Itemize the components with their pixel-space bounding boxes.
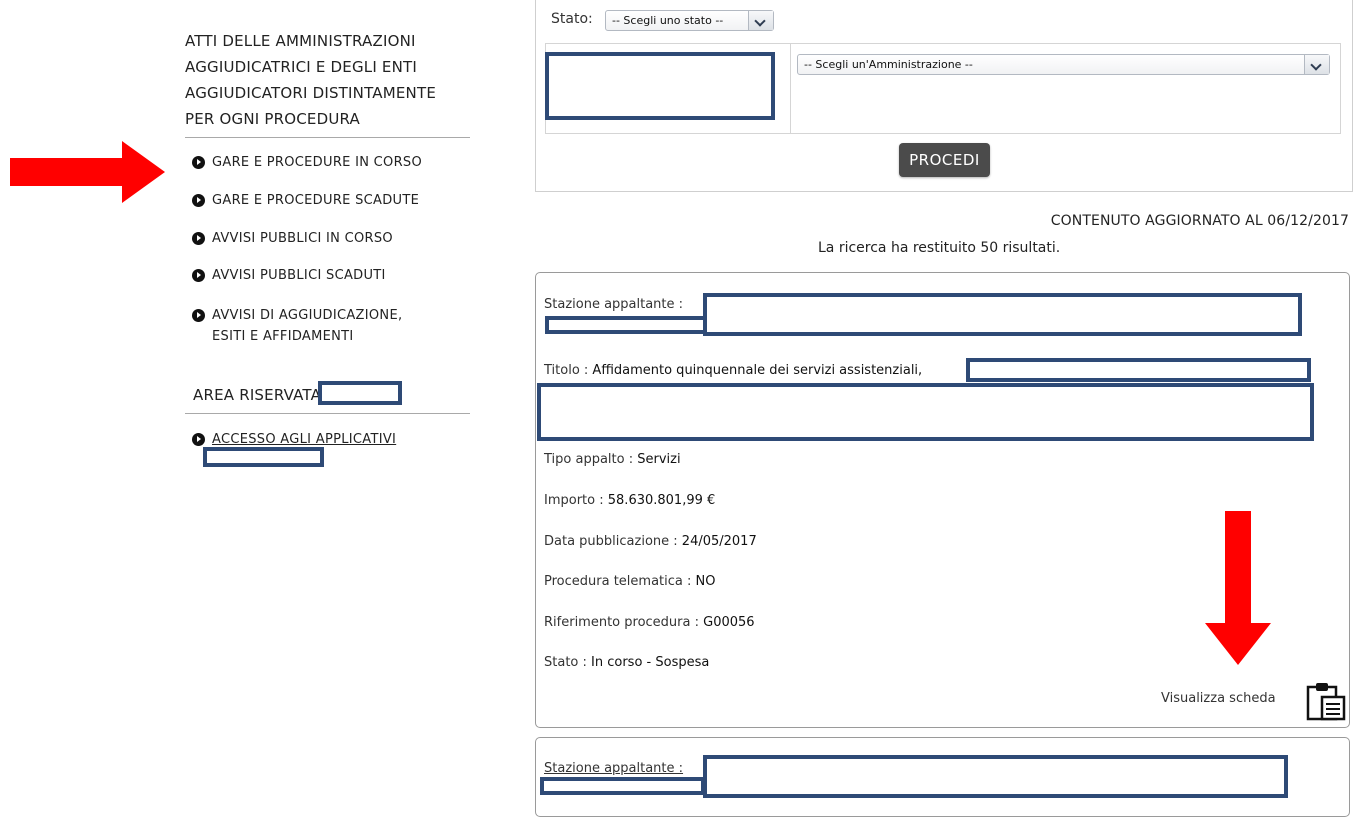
sidebar-item-label: AVVISI DI AGGIUDICAZIONE, <box>212 308 403 323</box>
field-value: Affidamento quinquennale dei servizi ass… <box>592 363 923 378</box>
sidebar-item-gare-scadute[interactable]: GARE E PROCEDURE SCADUTE <box>192 190 419 211</box>
sidebar-title-line: AGGIUDICATRICI E DEGLI ENTI <box>185 58 417 76</box>
redacted-block <box>318 381 402 405</box>
sidebar-item-avvisi-scaduti[interactable]: AVVISI PUBBLICI SCADUTI <box>192 265 386 286</box>
redacted-block <box>966 358 1311 382</box>
circle-arrow-icon <box>192 433 205 446</box>
redacted-block <box>703 293 1302 336</box>
visualizza-scheda-link[interactable]: Visualizza scheda <box>1161 691 1276 706</box>
chevron-down-icon <box>748 11 773 30</box>
importo-field: Importo : 58.630.801,99 € <box>544 493 715 508</box>
procedura-telematica-field: Procedura telematica : NO <box>544 574 715 589</box>
redacted-block <box>537 383 1314 441</box>
updated-date-text: CONTENUTO AGGIORNATO AL 06/12/2017 <box>1050 213 1349 229</box>
red-arrow-down-icon <box>1205 511 1271 665</box>
field-value: Servizi <box>637 452 681 467</box>
field-value: 24/05/2017 <box>681 534 757 549</box>
sidebar-item-label: GARE E PROCEDURE SCADUTE <box>212 193 420 208</box>
sidebar-item-label: GARE E PROCEDURE IN CORSO <box>212 155 423 170</box>
data-pubblicazione-field: Data pubblicazione : 24/05/2017 <box>544 534 757 549</box>
field-label: Riferimento procedura : <box>544 615 699 630</box>
field-label: Importo : <box>544 493 604 508</box>
sidebar-item-label: AVVISI PUBBLICI IN CORSO <box>212 231 393 246</box>
field-label: Stazione appaltante : <box>544 761 684 776</box>
sidebar-item-gare-in-corso[interactable]: GARE E PROCEDURE IN CORSO <box>192 152 422 173</box>
amministrazione-select-value: -- Scegli un'Amministrazione -- <box>804 58 973 71</box>
redacted-block <box>545 52 775 120</box>
stazione-appaltante-field: Stazione appaltante : <box>544 297 683 312</box>
riferimento-procedura-field: Riferimento procedura : G00056 <box>544 615 755 630</box>
field-value: 58.630.801,99 € <box>607 493 716 508</box>
redacted-block <box>703 755 1288 798</box>
sidebar-divider <box>185 137 470 138</box>
field-value: In corso - Sospesa <box>591 655 710 670</box>
procedi-button[interactable]: PROCEDI <box>899 143 990 177</box>
results-count-text: La ricerca ha restituito 50 risultati. <box>818 240 1061 256</box>
stazione-appaltante-field: Stazione appaltante : <box>544 761 683 776</box>
field-label: Data pubblicazione : <box>544 534 678 549</box>
sidebar-item-avvisi-aggiudicazione[interactable]: AVVISI DI AGGIUDICAZIONE, ESITI E AFFIDA… <box>192 305 402 347</box>
circle-arrow-icon <box>192 156 205 169</box>
stato-select[interactable]: -- Scegli uno stato -- <box>605 10 774 31</box>
tipo-appalto-field: Tipo appalto : Servizi <box>544 452 681 467</box>
sidebar-title-line: ATTI DELLE AMMINISTRAZIONI <box>185 32 416 50</box>
stato-field: Stato : In corso - Sospesa <box>544 655 709 670</box>
field-label: Titolo : <box>544 363 589 378</box>
circle-arrow-icon <box>192 269 205 282</box>
redacted-block <box>540 777 705 795</box>
field-label: Procedura telematica : <box>544 574 692 589</box>
circle-arrow-icon <box>192 232 205 245</box>
redacted-block <box>203 447 324 467</box>
area-riservata-title: AREA RISERVATA <box>193 386 322 404</box>
field-label: Stazione appaltante : <box>544 297 684 312</box>
circle-arrow-icon <box>192 309 205 322</box>
field-value: NO <box>695 574 716 589</box>
amministrazione-select[interactable]: -- Scegli un'Amministrazione -- <box>797 54 1330 75</box>
red-arrow-right-icon <box>10 141 165 203</box>
filter-grid-divider <box>790 43 791 134</box>
sidebar-section-title: ATTI DELLE AMMINISTRAZIONI AGGIUDICATRIC… <box>185 28 495 132</box>
titolo-field: Titolo : Affidamento quinquennale dei se… <box>544 363 922 378</box>
stato-label: Stato: <box>551 11 593 27</box>
sidebar-item-label: AVVISI PUBBLICI SCADUTI <box>212 268 386 283</box>
circle-arrow-icon <box>192 194 205 207</box>
sidebar-item-label: ESITI E AFFIDAMENTI <box>212 329 354 344</box>
field-label: Tipo appalto : <box>544 452 634 467</box>
clipboard-icon[interactable] <box>1304 681 1348 721</box>
field-label: Stato : <box>544 655 587 670</box>
redacted-block <box>545 316 707 334</box>
sidebar-item-avvisi-in-corso[interactable]: AVVISI PUBBLICI IN CORSO <box>192 228 393 249</box>
field-value: G00056 <box>703 615 755 630</box>
sidebar-title-line: PER OGNI PROCEDURA <box>185 110 360 128</box>
sidebar-divider <box>185 413 470 414</box>
sidebar-title-line: AGGIUDICATORI DISTINTAMENTE <box>185 84 437 102</box>
stato-select-value: -- Scegli uno stato -- <box>612 14 724 27</box>
chevron-down-icon <box>1304 55 1329 74</box>
